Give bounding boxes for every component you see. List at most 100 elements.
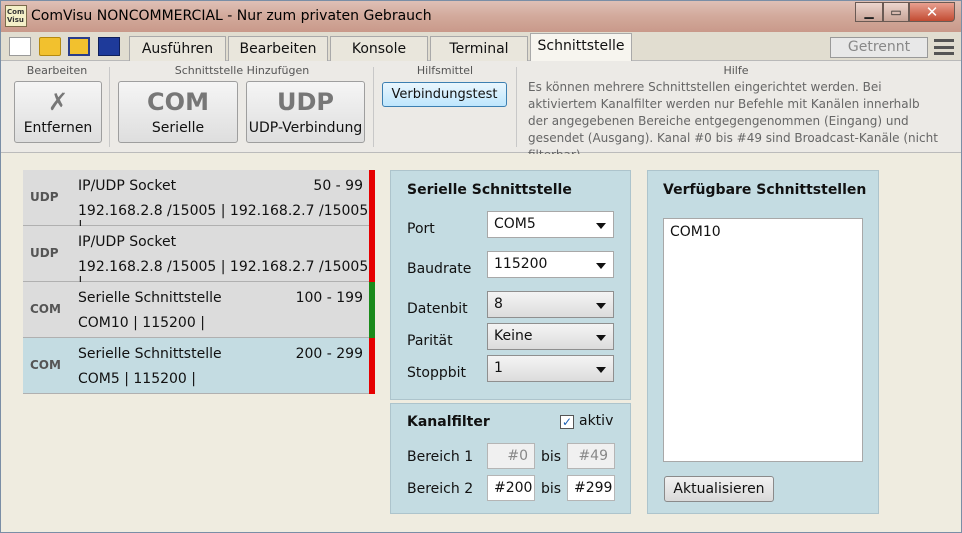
group-label-tools: Hilfsmittel: [416, 64, 474, 77]
tab-konsole[interactable]: Konsole: [330, 36, 428, 61]
status-indicator: [369, 282, 375, 338]
range2-from-input[interactable]: #200: [487, 475, 535, 501]
filter-active-label: aktiv: [579, 413, 614, 429]
chevron-down-icon: [596, 367, 606, 373]
interface-range: 200 - 299: [295, 346, 363, 362]
baudrate-select[interactable]: 115200: [487, 251, 614, 278]
com-type-icon: COM: [30, 358, 61, 372]
close-button[interactable]: ✕: [909, 2, 955, 22]
interface-range: 100 - 199: [295, 290, 363, 306]
range2-to-input[interactable]: #299: [567, 475, 615, 501]
stopbits-label: Stoppbit: [407, 365, 466, 381]
filter-title: Kanalfilter: [407, 414, 490, 430]
group-label-help: Hilfe: [723, 64, 749, 77]
port-label: Port: [407, 221, 435, 237]
databits-value: 8: [494, 296, 503, 312]
stopbits-select[interactable]: 1: [487, 355, 614, 382]
ribbon-separator: [109, 67, 110, 147]
remove-button-label: Entfernen: [23, 120, 93, 136]
add-udp-button[interactable]: UDP UDP-Verbindung: [246, 81, 365, 143]
title-bar[interactable]: Com Visu ComVisu NONCOMMERCIAL - Nur zum…: [1, 1, 961, 32]
com-icon: COM: [147, 88, 209, 116]
range1-to-label: bis: [541, 449, 562, 465]
group-label-add: Schnittstelle Hinzufügen: [174, 64, 310, 77]
interface-list: UDP IP/UDP Socket 50 - 99 192.168.2.8 /1…: [23, 170, 375, 394]
ribbon: Bearbeiten ✗ Entfernen Schnittstelle Hin…: [1, 61, 961, 162]
new-file-icon[interactable]: [9, 37, 31, 56]
connection-status[interactable]: Getrennt: [830, 37, 928, 58]
serial-panel-title: Serielle Schnittstelle: [407, 182, 572, 198]
status-indicator: [369, 226, 375, 282]
baudrate-label: Baudrate: [407, 261, 472, 277]
maximize-button[interactable]: ▭: [883, 2, 909, 22]
chevron-down-icon: [596, 335, 606, 341]
chevron-down-icon: [596, 303, 606, 309]
port-value: COM5: [494, 216, 536, 232]
hamburger-menu-icon[interactable]: [934, 39, 954, 55]
tab-bearbeiten[interactable]: Bearbeiten: [228, 36, 328, 61]
main-content: UDP IP/UDP Socket 50 - 99 192.168.2.8 /1…: [1, 154, 961, 532]
udp-type-icon: UDP: [30, 246, 59, 260]
interface-address: COM5 | 115200 |: [78, 371, 197, 387]
serial-settings-panel: Serielle Schnittstelle Port COM5 Baudrat…: [390, 170, 631, 400]
databits-select[interactable]: 8: [487, 291, 614, 318]
interface-name: Serielle Schnittstelle: [78, 290, 222, 306]
stopbits-value: 1: [494, 360, 503, 376]
status-indicator: [369, 338, 375, 394]
port-select[interactable]: COM5: [487, 211, 614, 238]
interface-row-selected[interactable]: COM Serielle Schnittstelle 200 - 299 COM…: [23, 338, 375, 394]
app-window: Com Visu ComVisu NONCOMMERCIAL - Nur zum…: [0, 0, 962, 533]
add-serial-button[interactable]: COM Serielle: [118, 81, 238, 143]
chevron-down-icon: [596, 223, 606, 229]
interface-row[interactable]: COM Serielle Schnittstelle 100 - 199 COM…: [23, 282, 375, 338]
udp-type-icon: UDP: [30, 190, 59, 204]
help-text: Es können mehrere Schnittstellen eingeri…: [528, 80, 938, 162]
interface-name: IP/UDP Socket: [78, 234, 177, 250]
ribbon-separator: [516, 67, 517, 147]
remove-icon: ✗: [47, 88, 69, 116]
baudrate-value: 115200: [494, 256, 548, 272]
remove-button[interactable]: ✗ Entfernen: [14, 81, 102, 143]
tab-terminal[interactable]: Terminal: [430, 36, 528, 61]
com-type-icon: COM: [30, 302, 61, 316]
parity-value: Keine: [494, 328, 533, 344]
interface-range: 50 - 99: [313, 178, 363, 194]
range1-from-input[interactable]: #0: [487, 443, 535, 469]
ribbon-separator: [373, 67, 374, 147]
interface-address: COM10 | 115200 |: [78, 315, 205, 331]
range1-label: Bereich 1: [407, 449, 474, 465]
udp-icon: UDP: [277, 88, 334, 116]
app-logo-icon: Com Visu: [5, 5, 27, 27]
open-folder-icon[interactable]: [39, 37, 61, 56]
available-title: Verfügbare Schnittstellen: [663, 182, 867, 198]
status-indicator: [369, 170, 375, 226]
interface-name: Serielle Schnittstelle: [78, 346, 222, 362]
tab-schnittstelle[interactable]: Schnittstelle: [530, 33, 632, 62]
group-label-bearbeiten: Bearbeiten: [26, 64, 88, 77]
range1-to-input[interactable]: #49: [567, 443, 615, 469]
parity-select[interactable]: Keine: [487, 323, 614, 350]
chevron-down-icon: [596, 263, 606, 269]
add-serial-label: Serielle: [151, 120, 205, 136]
window-title: ComVisu NONCOMMERCIAL - Nur zum privaten…: [31, 8, 432, 24]
available-interfaces-panel: Verfügbare Schnittstellen COM10 Aktualis…: [647, 170, 879, 514]
interface-name: IP/UDP Socket: [78, 178, 177, 194]
connection-test-button[interactable]: Verbindungstest: [382, 82, 507, 107]
interface-row[interactable]: UDP IP/UDP Socket 192.168.2.8 /15005 | 1…: [23, 226, 375, 291]
range2-to-label: bis: [541, 481, 562, 497]
tab-ausfuehren[interactable]: Ausführen: [129, 36, 226, 61]
interface-row[interactable]: UDP IP/UDP Socket 50 - 99 192.168.2.8 /1…: [23, 170, 375, 235]
channel-filter-panel: Kanalfilter ✓ aktiv Bereich 1 #0 bis #49…: [390, 403, 631, 514]
add-udp-label: UDP-Verbindung: [248, 120, 363, 136]
list-item[interactable]: COM10: [670, 224, 856, 240]
range2-label: Bereich 2: [407, 481, 474, 497]
save-icon[interactable]: [68, 37, 90, 56]
refresh-button[interactable]: Aktualisieren: [664, 476, 774, 502]
filter-active-checkbox[interactable]: ✓: [560, 415, 574, 429]
save-as-icon[interactable]: [98, 37, 120, 56]
available-interfaces-list[interactable]: COM10: [663, 218, 863, 462]
tab-bar: Ausführen Bearbeiten Konsole Terminal Sc…: [1, 32, 961, 62]
parity-label: Parität: [407, 333, 453, 349]
databits-label: Datenbit: [407, 301, 468, 317]
minimize-button[interactable]: ▁: [855, 2, 883, 22]
